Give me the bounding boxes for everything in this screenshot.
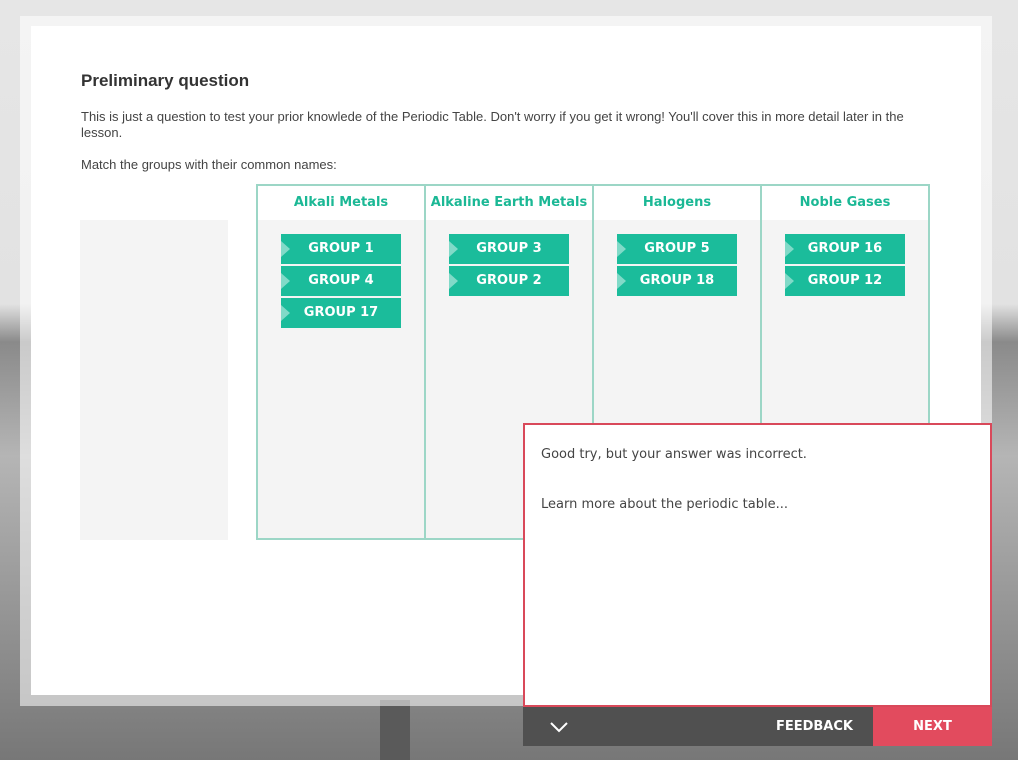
chip-label: GROUP 17	[303, 305, 379, 320]
draggable-chip[interactable]: GROUP 17	[281, 298, 401, 328]
drag-handle-icon	[617, 273, 626, 289]
draggable-chip[interactable]: GROUP 16	[785, 234, 905, 264]
chevron-down-icon[interactable]	[549, 717, 569, 737]
drag-handle-icon	[449, 241, 458, 257]
draggable-chip[interactable]: GROUP 2	[449, 266, 569, 296]
feedback-result-text: Good try, but your answer was incorrect.	[541, 447, 807, 462]
feedback-panel: Good try, but your answer was incorrect.…	[523, 423, 992, 707]
draggable-chip[interactable]: GROUP 3	[449, 234, 569, 264]
chip-label: GROUP 5	[644, 241, 710, 256]
column-heading: Alkaline Earth Metals	[426, 186, 592, 220]
draggable-chip[interactable]: GROUP 1	[281, 234, 401, 264]
chip-label: GROUP 1	[308, 241, 374, 256]
intro-text: This is just a question to test your pri…	[81, 109, 904, 140]
chip-label: GROUP 4	[308, 273, 374, 288]
drag-handle-icon	[785, 273, 794, 289]
drop-column-alkali-metals[interactable]: Alkali Metals GROUP 1 GROUP 4 GROUP 17	[258, 186, 426, 538]
drag-handle-icon	[617, 241, 626, 257]
chip-label: GROUP 18	[639, 273, 715, 288]
draggable-chip[interactable]: GROUP 18	[617, 266, 737, 296]
source-drop-area[interactable]	[80, 220, 228, 540]
column-heading: Halogens	[594, 186, 760, 220]
background-detail	[380, 700, 410, 760]
chip-label: GROUP 3	[476, 241, 542, 256]
drag-handle-icon	[281, 273, 290, 289]
feedback-button[interactable]: FEEDBACK	[776, 707, 853, 746]
page-title: Preliminary question	[81, 71, 250, 90]
drag-handle-icon	[281, 305, 290, 321]
chip-label: GROUP 16	[807, 241, 883, 256]
column-heading: Alkali Metals	[258, 186, 424, 220]
draggable-chip[interactable]: GROUP 12	[785, 266, 905, 296]
chip-label: GROUP 2	[476, 273, 542, 288]
footer-bar: FEEDBACK	[523, 707, 873, 746]
drag-handle-icon	[785, 241, 794, 257]
drag-handle-icon	[449, 273, 458, 289]
drag-handle-icon	[281, 241, 290, 257]
next-button[interactable]: NEXT	[873, 707, 992, 746]
draggable-chip[interactable]: GROUP 5	[617, 234, 737, 264]
chip-label: GROUP 12	[807, 273, 883, 288]
column-heading: Noble Gases	[762, 186, 928, 220]
draggable-chip[interactable]: GROUP 4	[281, 266, 401, 296]
learn-more-link[interactable]: Learn more about the periodic table...	[541, 497, 788, 512]
instruction-text: Match the groups with their common names…	[81, 157, 337, 172]
